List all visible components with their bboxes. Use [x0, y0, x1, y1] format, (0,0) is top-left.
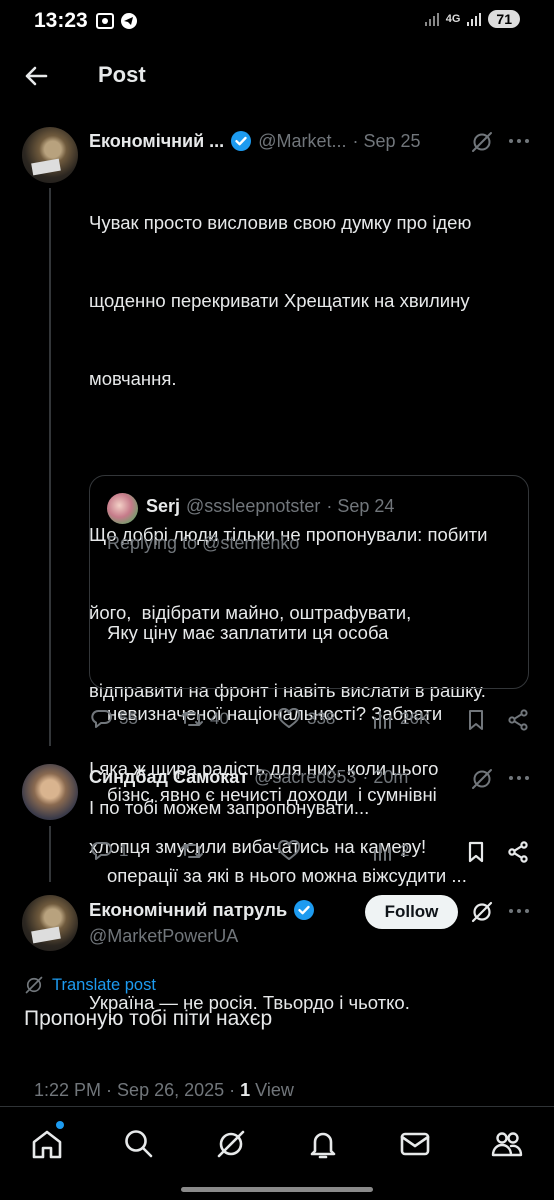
like-count: 338	[307, 709, 336, 728]
search-icon[interactable]	[122, 1127, 156, 1161]
bookmark-icon[interactable]	[466, 841, 486, 863]
views-count: 26K	[400, 709, 431, 728]
thread-line-1	[49, 188, 51, 746]
tweet1-header: Економічний ... @Market... · Sep 25	[89, 130, 421, 152]
views-button[interactable]: 26K	[372, 708, 430, 730]
quote-header: Serj @sssleepnotster · Sep 24	[146, 496, 394, 517]
repost-count: 40	[210, 709, 229, 728]
status-bar: 13:23 4G 71	[0, 0, 554, 44]
quote-handle: @sssleepnotster	[186, 496, 321, 516]
tweet2-name[interactable]: Синдбад Самокат	[89, 767, 248, 788]
tweet2-header: Синдбад Самокат @sacred953 · 20m	[89, 767, 408, 788]
bell-icon[interactable]	[306, 1127, 340, 1161]
home-icon	[32, 1130, 62, 1159]
status-app-icons	[96, 12, 138, 30]
quote-card[interactable]: Serj @sssleepnotster · Sep 24 Replying t…	[89, 475, 529, 886]
back-arrow-icon	[25, 66, 48, 86]
tweet1-date[interactable]: · Sep 25	[352, 131, 420, 152]
more-icon[interactable]	[508, 773, 530, 783]
quote-name: Serj	[146, 496, 181, 516]
status-time: 13:23	[34, 9, 88, 32]
status-right: 4G 71	[424, 10, 520, 28]
share-icon[interactable]	[507, 709, 529, 731]
reply-count: 55	[119, 709, 138, 728]
main-name[interactable]: Економічний патруль	[89, 899, 287, 921]
grok-icon[interactable]	[470, 900, 494, 924]
avatar-tweet1[interactable]	[22, 127, 78, 183]
more-icon[interactable]	[508, 136, 530, 146]
like-button[interactable]: 338	[277, 708, 335, 730]
home-indicator	[181, 1187, 373, 1192]
quote-avatar	[107, 493, 138, 524]
repost-icon	[181, 844, 203, 858]
back-button[interactable]	[22, 62, 50, 90]
telegram-icon	[121, 13, 137, 29]
signal-icon-2	[467, 13, 482, 26]
bookmark-icon[interactable]	[466, 709, 486, 731]
views-count: 2	[400, 841, 410, 860]
network-label: 4G	[445, 13, 461, 25]
views-button[interactable]: 2	[372, 840, 409, 862]
like-icon	[277, 840, 301, 860]
main-views-label: View	[250, 1080, 294, 1100]
reply-icon	[91, 709, 112, 728]
nav-home[interactable]	[30, 1121, 64, 1161]
views-icon	[374, 711, 391, 729]
tweet1-name[interactable]: Економічний ...	[89, 131, 224, 152]
tweet2-text: І по тобі можем запропонувати...	[89, 797, 370, 818]
repost-icon	[181, 712, 203, 726]
repost-button[interactable]	[180, 840, 204, 862]
battery-badge: 71	[488, 10, 520, 28]
tweet1-line: щоденно перекривати Хрещатик на хвилину	[89, 290, 470, 311]
main-meta: 1:22 PM · Sep 26, 2025 · 1 View	[24, 1059, 294, 1101]
tweet2-handle[interactable]: @sacred953	[254, 767, 356, 788]
verified-icon	[294, 900, 315, 920]
tweet2-date[interactable]: · 20m	[362, 767, 408, 788]
thread-line-2	[49, 826, 51, 882]
main-name-row: Економічний патруль	[89, 899, 315, 921]
share-icon[interactable]	[507, 841, 529, 863]
page-title: Post	[98, 62, 146, 87]
bottom-nav	[0, 1107, 554, 1200]
grok-icon[interactable]	[214, 1127, 248, 1161]
tweet1-line: Чувак просто висловив свою думку про іде…	[89, 212, 472, 233]
translate-label: Translate post	[52, 975, 156, 994]
quote-replying: Replying to @sternenko	[107, 533, 299, 554]
like-button[interactable]	[277, 840, 301, 862]
main-handle[interactable]: @MarketPowerUA	[89, 926, 238, 947]
grok-icon	[25, 976, 43, 994]
avatar-main[interactable]	[22, 895, 78, 951]
signal-icon	[424, 13, 439, 26]
tweet1-line: мовчання.	[89, 368, 177, 389]
quote-line: операції за які в нього можна віжсудити …	[107, 865, 467, 886]
tweet1-line	[89, 444, 539, 470]
reply-button[interactable]: 55	[91, 708, 138, 730]
reply-icon	[91, 841, 112, 860]
mail-icon[interactable]	[398, 1127, 432, 1161]
repost-button[interactable]: 40	[180, 708, 229, 730]
notification-dot	[56, 1121, 64, 1129]
translate-post[interactable]: Translate post	[24, 975, 156, 995]
quote-line: Яку ціну має заплатити ця особа	[107, 622, 389, 643]
verified-icon	[231, 131, 252, 151]
communities-icon[interactable]	[490, 1127, 524, 1161]
main-views-count: 1	[240, 1080, 251, 1100]
quote-date: · Sep 24	[326, 496, 395, 516]
reply-button[interactable]: 1	[91, 840, 128, 862]
follow-button[interactable]: Follow	[365, 895, 458, 929]
main-text: Пропоную тобі піти нахєр	[24, 1007, 273, 1030]
grok-icon[interactable]	[470, 767, 494, 791]
tweet1-handle[interactable]: @Market...	[258, 131, 346, 152]
quote-text: Яку ціну має заплатити ця особа невизнач…	[107, 565, 467, 943]
views-icon	[374, 843, 391, 861]
reply-count: 1	[119, 841, 129, 860]
like-icon	[277, 708, 301, 728]
quote-replying-user: @sternenko	[202, 533, 300, 553]
avatar-tweet2[interactable]	[22, 764, 78, 820]
main-time: 1:22 PM · Sep 26, 2025 ·	[34, 1080, 241, 1100]
more-icon[interactable]	[508, 906, 530, 916]
quote-replying-prefix: Replying to	[107, 533, 203, 553]
grok-icon[interactable]	[470, 130, 494, 154]
gallery-icon	[96, 13, 114, 29]
